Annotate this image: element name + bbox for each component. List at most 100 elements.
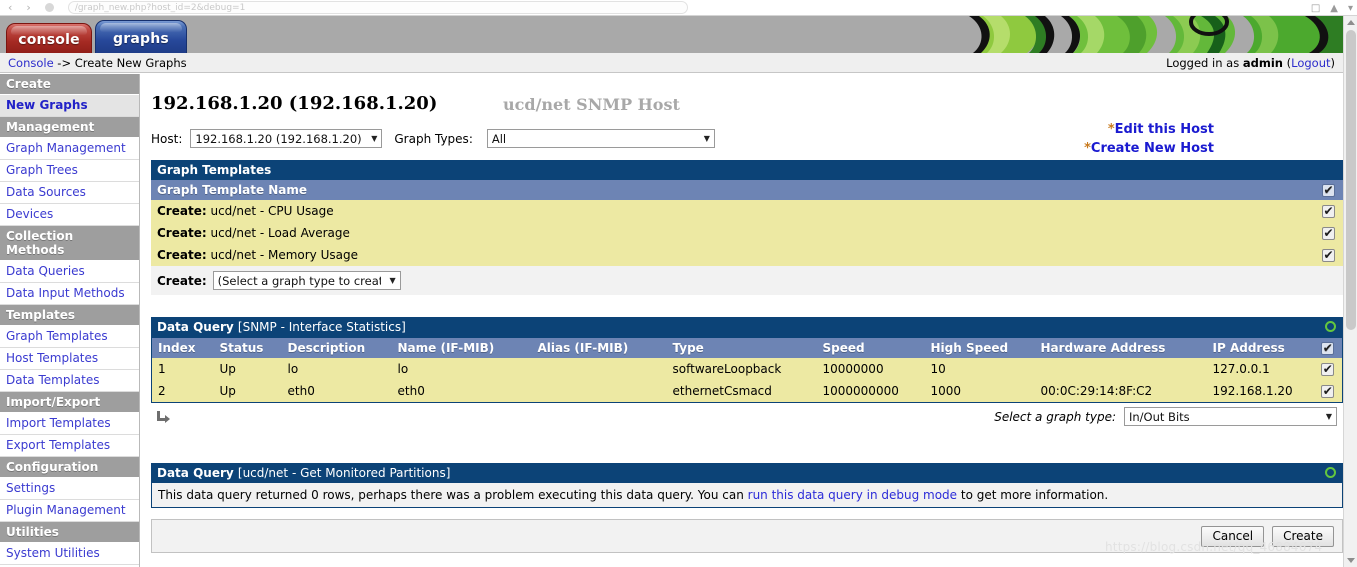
edit-this-host-link[interactable]: Edit this Host <box>1115 122 1214 137</box>
data-query-snmp-target: [SNMP - Interface Statistics] <box>237 320 406 334</box>
graph-template-cell: Create: ucd/net - Load Average <box>151 222 1313 244</box>
forward-icon[interactable]: › <box>26 1 30 14</box>
sidebar-item-plugin-management[interactable]: Plugin Management <box>0 500 139 522</box>
cell-name-if-mib: eth0 <box>391 380 532 403</box>
logged-in-user: admin <box>1242 55 1283 70</box>
interface-checkbox[interactable] <box>1320 362 1334 376</box>
host-select[interactable]: 192.168.1.20 (192.168.1.20) ▼ <box>190 129 383 148</box>
table-row[interactable]: Create: ucd/net - Load Average <box>151 222 1343 244</box>
scroll-up-icon[interactable] <box>1347 20 1355 25</box>
select-all-graph-templates-checkbox[interactable] <box>1321 183 1335 197</box>
cell-description: eth0 <box>281 380 392 403</box>
table-row[interactable]: 1 Up lo lo softwareLoopback 10000000 10 127.0.0… <box>151 358 1343 380</box>
maximize-icon[interactable]: ▲ <box>1330 3 1338 14</box>
graph-templates-block: Graph Templates Graph Template NameCreat… <box>151 160 1343 295</box>
sidebar-item-import-templates[interactable]: Import Templates <box>0 413 139 435</box>
table-row[interactable]: 2 Up eth0 eth0 ethernetCsmacd 1000000000 1000 0… <box>151 380 1343 403</box>
data-query-snmp-table: Index Status Description Name (IF-MIB) Alias… <box>151 337 1343 403</box>
cell-description: lo <box>281 358 392 380</box>
sidebar-item-data-input-methods[interactable]: Data Input Methods <box>0 283 139 305</box>
graph-template-create-prefix: Create: <box>157 204 207 218</box>
back-icon[interactable]: ‹ <box>8 1 12 14</box>
table-row[interactable]: Create: ucd/net - Memory Usage <box>151 244 1343 266</box>
tab-graphs[interactable]: graphs <box>95 20 187 53</box>
close-icon[interactable]: ▾ <box>1348 3 1353 14</box>
scrollbar-thumb[interactable] <box>1346 30 1356 330</box>
sidebar-item-graph-management[interactable]: Graph Management <box>0 138 139 160</box>
page-title: 192.168.1.20 (192.168.1.20) <box>151 93 438 114</box>
column-header-type: Type <box>666 337 817 358</box>
create-graph-type-select[interactable]: (Select a graph type to create) ▼ <box>212 271 401 290</box>
data-query-partitions-message: This data query returned 0 rows, perhaps… <box>151 483 1343 508</box>
table-row[interactable]: Create: ucd/net - CPU Usage <box>151 200 1343 222</box>
graph-template-create-prefix: Create: <box>157 248 207 262</box>
sidebar-item-graph-trees[interactable]: Graph Trees <box>0 160 139 182</box>
interface-checkbox-cell <box>1312 380 1343 403</box>
sidebar-item-graph-templates[interactable]: Graph Templates <box>0 326 139 348</box>
column-header-index: Index <box>151 337 214 358</box>
logged-in-prefix: Logged in as <box>1166 55 1243 70</box>
asterisk-icon: * <box>1107 122 1115 137</box>
graph-template-checkbox[interactable] <box>1321 248 1335 262</box>
data-query-header-row: Index Status Description Name (IF-MIB) Alias… <box>151 337 1343 358</box>
green-circle-refresh-icon[interactable] <box>1325 321 1336 332</box>
green-circle-refresh-icon[interactable] <box>1325 467 1336 478</box>
sidebar-item-devices[interactable]: Devices <box>0 204 139 226</box>
sub-arrow-icon <box>157 410 170 423</box>
cell-alias-if-mib <box>531 380 667 403</box>
cell-speed: 10000000 <box>816 358 925 380</box>
graph-template-cell: Create: ucd/net - Memory Usage <box>151 244 1313 266</box>
minimize-icon[interactable]: □ <box>1311 3 1320 14</box>
logout-link[interactable]: Logout <box>1291 56 1330 70</box>
chevron-down-icon: ▼ <box>703 134 710 143</box>
cell-index: 2 <box>151 380 214 403</box>
breadcrumb-console-link[interactable]: Console <box>8 56 54 70</box>
data-query-partitions-label: Data Query <box>157 466 234 480</box>
graph-template-checkbox[interactable] <box>1321 204 1335 218</box>
interface-checkbox[interactable] <box>1320 384 1334 398</box>
data-query-partitions-header: Data Query [ucd/net - Get Monitored Part… <box>151 463 1343 483</box>
select-all-graph-templates-checkbox-cell <box>1313 180 1343 200</box>
host-filter-row: Host: 192.168.1.20 (192.168.1.20) ▼ Grap… <box>151 129 715 148</box>
page-scrollbar[interactable] <box>1343 16 1357 567</box>
debug-mode-link[interactable]: run this data query in debug mode <box>748 488 957 502</box>
window-controls: □ ▲ ▾ <box>1311 0 1353 16</box>
sidebar-item-host-templates[interactable]: Host Templates <box>0 348 139 370</box>
sidebar-item-settings[interactable]: Settings <box>0 478 139 500</box>
host-select-value: 192.168.1.20 (192.168.1.20) <box>195 131 362 146</box>
select-all-interfaces-checkbox[interactable] <box>1320 341 1334 355</box>
sidebar-item-data-sources[interactable]: Data Sources <box>0 182 139 204</box>
chevron-down-icon: ▼ <box>389 276 396 285</box>
graph-type-select[interactable]: In/Out Bits ▼ <box>1124 407 1337 426</box>
scroll-down-icon[interactable] <box>1347 558 1355 563</box>
cell-type: softwareLoopback <box>666 358 817 380</box>
cell-status: Up <box>213 380 282 403</box>
tab-console[interactable]: console <box>6 23 92 53</box>
browser-nav-controls: ‹ › <box>0 1 54 14</box>
graph-types-select[interactable]: All ▼ <box>486 129 715 148</box>
select-all-interfaces-checkbox-cell <box>1312 337 1343 358</box>
cell-ip-address: 127.0.0.1 <box>1206 358 1313 380</box>
create-new-host-row: *Create New Host <box>964 139 1214 158</box>
create-label: Create: <box>157 273 207 288</box>
edit-this-host-row: *Edit this Host <box>964 120 1214 139</box>
cell-hardware-address <box>1034 358 1207 380</box>
sidebar-item-system-utilities[interactable]: System Utilities <box>0 543 139 565</box>
sidebar-item-export-templates[interactable]: Export Templates <box>0 435 139 457</box>
breadcrumb: Console -> Create New Graphs <box>8 56 187 70</box>
data-query-snmp-block: Data Query [SNMP - Interface Statistics]… <box>151 317 1343 434</box>
graph-template-cell: Create: ucd/net - CPU Usage <box>151 200 1313 222</box>
host-label: Host: <box>151 131 183 146</box>
data-query-snmp-header: Data Query [SNMP - Interface Statistics] <box>151 317 1343 337</box>
sidebar-item-new-graphs[interactable]: New Graphs <box>0 95 139 117</box>
address-bar[interactable]: /graph_new.php?host_id=2&debug=1 <box>67 1 688 14</box>
reload-icon[interactable] <box>44 3 54 12</box>
sidebar-item-data-templates[interactable]: Data Templates <box>0 370 139 392</box>
sidebar-item-data-queries[interactable]: Data Queries <box>0 261 139 283</box>
cacti-banner: console graphs <box>0 16 1357 53</box>
interface-checkbox-cell <box>1312 358 1343 380</box>
cell-ip-address: 192.168.1.20 <box>1206 380 1313 403</box>
create-new-host-link[interactable]: Create New Host <box>1091 141 1214 156</box>
chevron-down-icon: ▼ <box>1325 412 1332 421</box>
graph-template-checkbox[interactable] <box>1321 226 1335 240</box>
